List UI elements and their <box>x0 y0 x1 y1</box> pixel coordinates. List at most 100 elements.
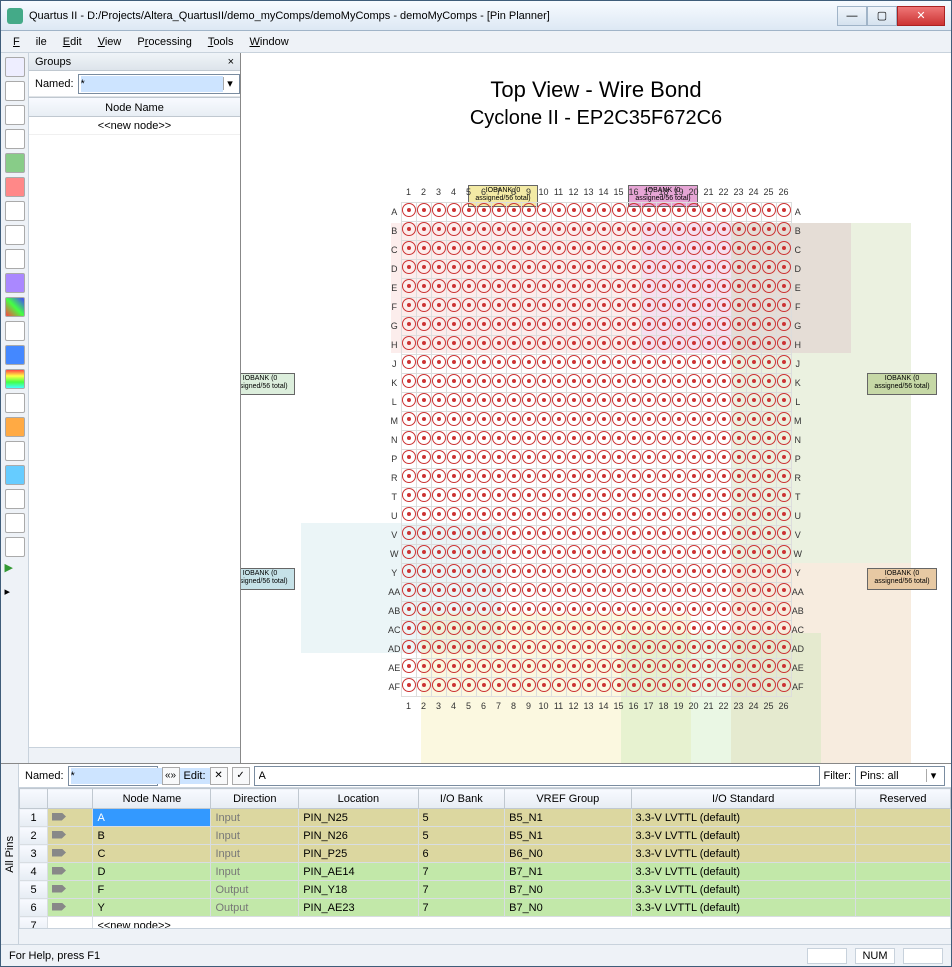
pin-cell[interactable] <box>762 602 776 616</box>
pin-cell[interactable] <box>642 374 656 388</box>
pin-cell[interactable] <box>417 279 431 293</box>
pin-cell[interactable] <box>702 507 716 521</box>
pin-cell[interactable] <box>417 412 431 426</box>
pin-cell[interactable] <box>732 678 746 692</box>
pin-cell[interactable] <box>462 640 476 654</box>
pin-cell[interactable] <box>642 222 656 236</box>
pin-cell[interactable] <box>762 545 776 559</box>
pin-cell[interactable] <box>462 393 476 407</box>
pin-cell[interactable] <box>432 260 446 274</box>
pin-cell[interactable] <box>747 317 761 331</box>
pin-cell[interactable] <box>627 241 641 255</box>
pin-cell[interactable] <box>612 488 626 502</box>
pin-cell[interactable] <box>417 450 431 464</box>
tool-group[interactable] <box>5 273 25 293</box>
tool-io[interactable] <box>5 249 25 269</box>
pin-cell[interactable] <box>507 241 521 255</box>
pin-cell[interactable] <box>582 222 596 236</box>
pin-cell[interactable] <box>582 488 596 502</box>
pin-cell[interactable] <box>747 393 761 407</box>
pin-cell[interactable] <box>777 260 791 274</box>
pin-cell[interactable] <box>672 488 686 502</box>
pin-cell[interactable] <box>627 260 641 274</box>
pin-cell[interactable] <box>417 507 431 521</box>
pin-cell[interactable] <box>537 488 551 502</box>
pin-cell[interactable] <box>432 564 446 578</box>
pin-cell[interactable] <box>567 488 581 502</box>
groups-newnode-row[interactable]: <<new node>> <box>29 117 240 135</box>
pin-cell[interactable] <box>627 488 641 502</box>
pin-cell[interactable] <box>477 336 491 350</box>
pin-cell[interactable] <box>567 260 581 274</box>
pin-cell[interactable] <box>582 298 596 312</box>
pin-cell[interactable] <box>732 469 746 483</box>
pin-cell[interactable] <box>402 659 416 673</box>
pin-cell[interactable] <box>432 241 446 255</box>
pin-cell[interactable] <box>732 602 746 616</box>
pin-cell[interactable] <box>537 393 551 407</box>
pin-cell[interactable] <box>522 317 536 331</box>
pin-cell[interactable] <box>567 583 581 597</box>
menu-tools[interactable]: Tools <box>200 34 242 50</box>
pin-cell[interactable] <box>642 241 656 255</box>
pin-cell[interactable] <box>447 545 461 559</box>
pin-cell[interactable] <box>732 279 746 293</box>
pin-cell[interactable] <box>432 602 446 616</box>
pin-cell[interactable] <box>717 317 731 331</box>
pin-cell[interactable] <box>642 355 656 369</box>
pin-cell[interactable] <box>462 621 476 635</box>
lower-scrollbar[interactable] <box>19 928 951 944</box>
pin-cell[interactable] <box>447 317 461 331</box>
pin-cell[interactable] <box>687 279 701 293</box>
pin-cell[interactable] <box>492 526 506 540</box>
pin-cell[interactable] <box>447 374 461 388</box>
pin-cell[interactable] <box>717 241 731 255</box>
pin-cell[interactable] <box>777 241 791 255</box>
pin-cell[interactable] <box>657 260 671 274</box>
pin-view[interactable]: Top View - Wire Bond Cyclone II - EP2C35… <box>241 53 951 763</box>
pin-cell[interactable] <box>492 298 506 312</box>
pin-cell[interactable] <box>447 279 461 293</box>
pin-cell[interactable] <box>537 564 551 578</box>
column-header[interactable]: Reserved <box>855 789 950 809</box>
pin-cell[interactable] <box>612 621 626 635</box>
pin-cell[interactable] <box>597 621 611 635</box>
pin-cell[interactable] <box>522 222 536 236</box>
pin-cell[interactable] <box>447 678 461 692</box>
pin-cell[interactable] <box>717 298 731 312</box>
pin-cell[interactable] <box>702 222 716 236</box>
pin-cell[interactable] <box>597 469 611 483</box>
pin-cell[interactable] <box>552 507 566 521</box>
pin-cell[interactable] <box>507 564 521 578</box>
pin-cell[interactable] <box>477 317 491 331</box>
pin-cell[interactable] <box>717 336 731 350</box>
pin-cell[interactable] <box>462 507 476 521</box>
pin-cell[interactable] <box>672 602 686 616</box>
pin-cell[interactable] <box>477 583 491 597</box>
pin-cell[interactable] <box>657 507 671 521</box>
pin-cell[interactable] <box>777 336 791 350</box>
pin-cell[interactable] <box>492 393 506 407</box>
pin-cell[interactable] <box>462 602 476 616</box>
pin-cell[interactable] <box>702 564 716 578</box>
pin-cell[interactable] <box>747 507 761 521</box>
pin-cell[interactable] <box>522 545 536 559</box>
pin-cell[interactable] <box>732 355 746 369</box>
pin-cell[interactable] <box>612 412 626 426</box>
pin-cell[interactable] <box>702 621 716 635</box>
pin-cell[interactable] <box>402 469 416 483</box>
pin-cell[interactable] <box>447 583 461 597</box>
pin-cell[interactable] <box>432 374 446 388</box>
pin-cell[interactable] <box>717 355 731 369</box>
pin-cell[interactable] <box>447 659 461 673</box>
pin-cell[interactable] <box>702 203 716 217</box>
pin-cell[interactable] <box>402 564 416 578</box>
pin-cell[interactable] <box>522 621 536 635</box>
pin-cell[interactable] <box>657 564 671 578</box>
pin-cell[interactable] <box>492 469 506 483</box>
pin-cell[interactable] <box>657 621 671 635</box>
pin-cell[interactable] <box>717 393 731 407</box>
table-row[interactable]: 3CInputPIN_P256B6_N03.3-V LVTTL (default… <box>20 845 951 863</box>
pin-cell[interactable] <box>612 374 626 388</box>
pin-cell[interactable] <box>567 374 581 388</box>
